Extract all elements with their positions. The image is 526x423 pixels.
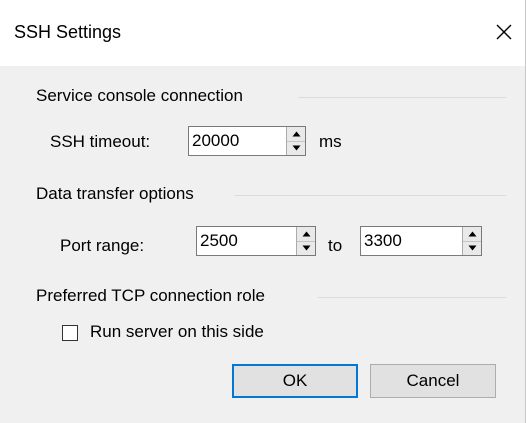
port-from-spin-buttons [296,227,315,255]
tcp-role-group-title: Preferred TCP connection role [36,286,265,305]
port-from-stepper[interactable] [196,226,316,256]
ssh-timeout-label: SSH timeout: [50,132,151,151]
run-server-label[interactable]: Run server on this side [90,322,264,342]
dialog-title: SSH Settings [14,22,122,42]
port-to-up-button[interactable] [463,227,481,242]
cancel-button[interactable]: Cancel [370,364,496,398]
ssh-timeout-down-button[interactable] [287,141,305,155]
port-range-label: Port range: [60,236,145,255]
run-server-checkbox[interactable] [62,325,78,341]
ssh-timeout-up-button[interactable] [287,127,305,142]
port-to-down-button[interactable] [463,241,481,255]
close-icon [496,24,512,40]
spin-down-icon [468,245,476,251]
spin-up-icon [302,231,310,237]
ssh-timeout-stepper[interactable] [188,126,306,156]
ok-button[interactable]: OK [232,364,358,398]
spin-up-icon [468,231,476,237]
ssh-timeout-input[interactable] [189,127,285,155]
port-to-spin-buttons [462,227,481,255]
data-transfer-group-line [234,195,506,196]
spin-down-icon [292,145,300,151]
service-console-group-line [298,97,506,98]
ssh-timeout-unit: ms [319,132,342,151]
port-from-down-button[interactable] [297,241,315,255]
title-bar: SSH Settings [0,0,525,66]
data-transfer-group-title: Data transfer options [36,184,194,203]
close-button[interactable] [486,14,522,50]
tcp-role-group-line [318,297,506,298]
port-range-to-label: to [328,236,343,255]
dialog-body: Service console connection SSH timeout: … [0,66,525,423]
service-console-group-title: Service console connection [36,86,243,105]
port-to-stepper[interactable] [360,226,482,256]
spin-down-icon [302,245,310,251]
port-to-input[interactable] [361,227,461,255]
port-from-input[interactable] [197,227,295,255]
ssh-timeout-spin-buttons [286,127,305,155]
spin-up-icon [292,131,300,137]
port-from-up-button[interactable] [297,227,315,242]
ssh-settings-dialog: SSH Settings Service console connection … [0,0,526,423]
